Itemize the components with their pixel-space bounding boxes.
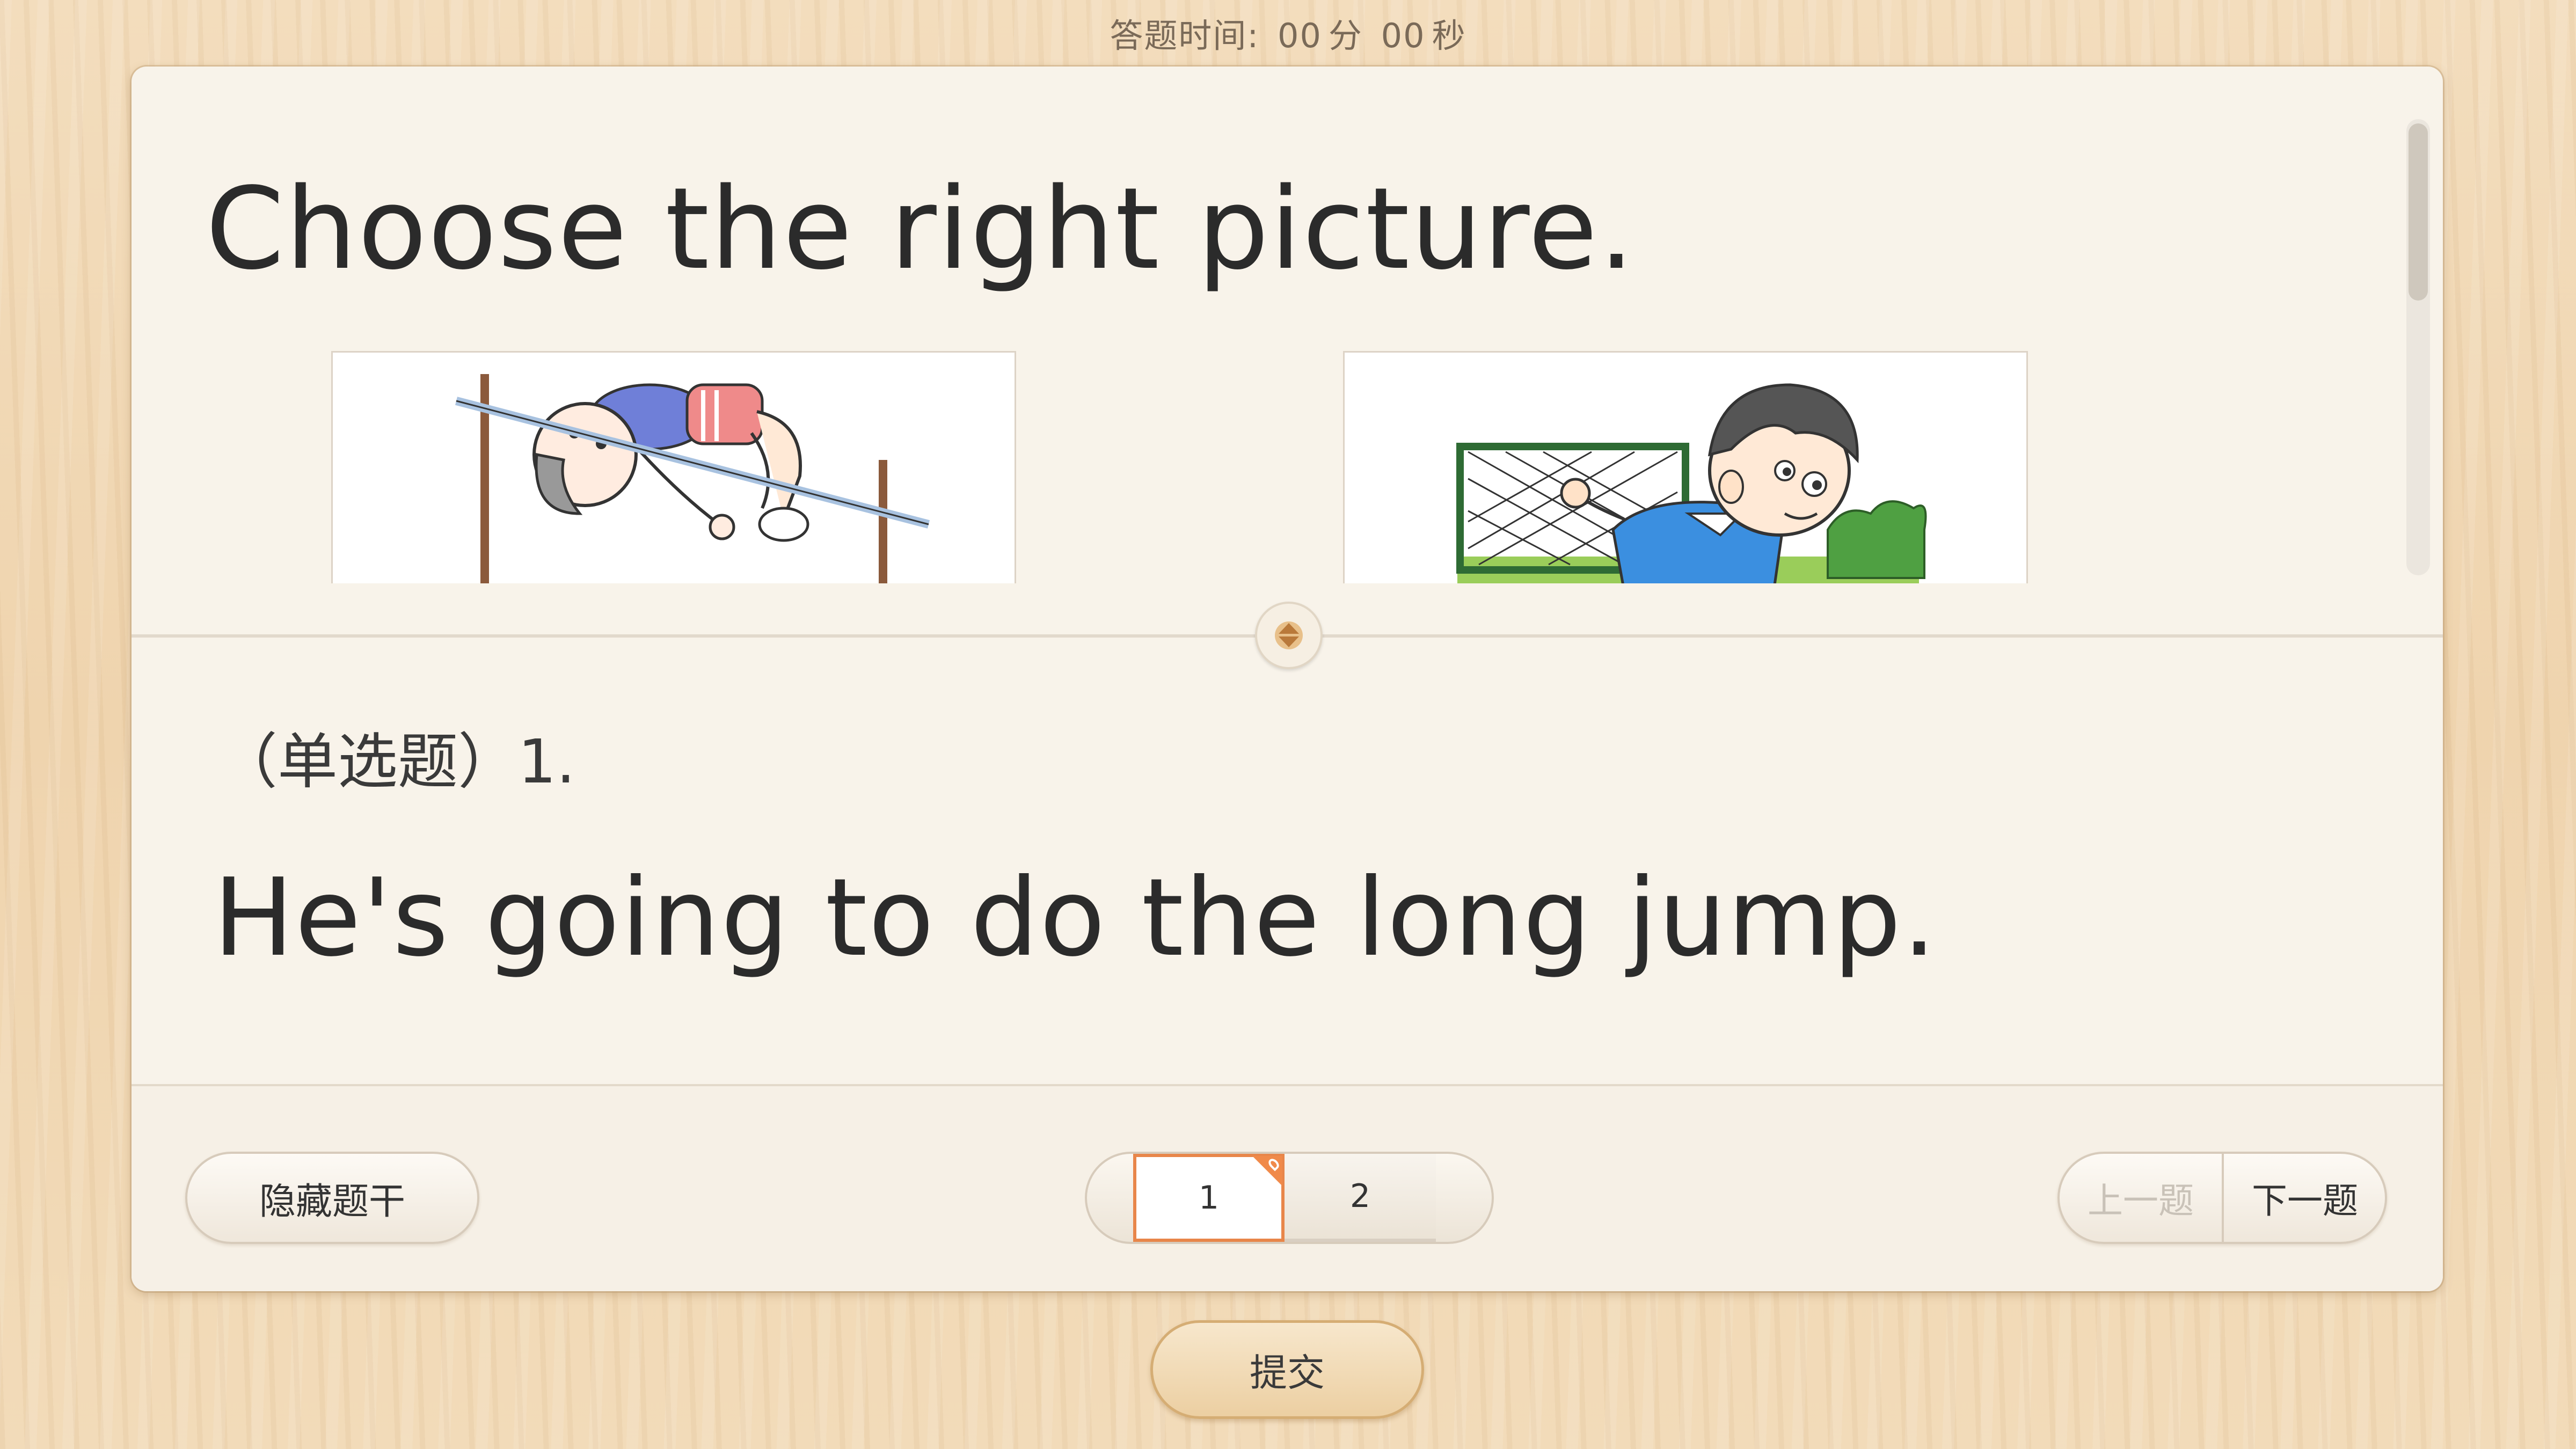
page-tab-2-label: 2 xyxy=(1349,1177,1371,1215)
high-jump-illustration xyxy=(455,374,930,583)
timer-label: 答题时间: xyxy=(1110,16,1260,55)
stem-scrollbar[interactable] xyxy=(2406,119,2430,575)
question-footer: 隐藏题干 1 2 上一题 下一题 xyxy=(132,1084,2443,1291)
submit-button[interactable]: 提交 xyxy=(1150,1320,1424,1419)
stem-scrollbar-thumb[interactable] xyxy=(2409,123,2428,301)
answer-timer: 答题时间: 00 分 00 秒 xyxy=(0,9,2576,57)
split-drag-handle[interactable] xyxy=(1255,602,1323,669)
question-pager: 1 2 xyxy=(1085,1152,1494,1244)
prev-question-button[interactable]: 上一题 xyxy=(2060,1154,2224,1242)
arrow-down-icon xyxy=(1279,636,1299,647)
question-panel: Choose the right picture. （单选题）1. He's g… xyxy=(132,67,2443,1291)
timer-seconds-unit: 秒 xyxy=(1432,16,1466,55)
picture-option-a xyxy=(331,351,1016,583)
timer-minutes-unit: 分 xyxy=(1328,16,1363,55)
arrow-up-icon xyxy=(1279,623,1299,634)
stem-title: Choose the right picture. xyxy=(206,163,1636,295)
question-nav: 上一题 下一题 xyxy=(2057,1152,2387,1244)
hide-stem-button[interactable]: 隐藏题干 xyxy=(185,1152,479,1244)
timer-seconds: 00 xyxy=(1381,16,1426,55)
timer-minutes: 00 xyxy=(1278,16,1322,55)
boy-running-soccer-goal-illustration xyxy=(1456,383,1927,583)
page-tab-2[interactable]: 2 xyxy=(1285,1154,1436,1242)
question-text: He's going to do the long jump. xyxy=(213,855,1938,980)
question-type-label: （单选题）1. xyxy=(217,727,575,797)
page-tab-1-label: 1 xyxy=(1198,1179,1220,1217)
picture-option-b xyxy=(1343,351,2028,583)
marked-corner-icon xyxy=(1252,1156,1282,1186)
page-tab-1[interactable]: 1 xyxy=(1133,1154,1285,1242)
next-question-button[interactable]: 下一题 xyxy=(2224,1154,2385,1242)
question-stem: Choose the right picture. xyxy=(132,67,2443,635)
